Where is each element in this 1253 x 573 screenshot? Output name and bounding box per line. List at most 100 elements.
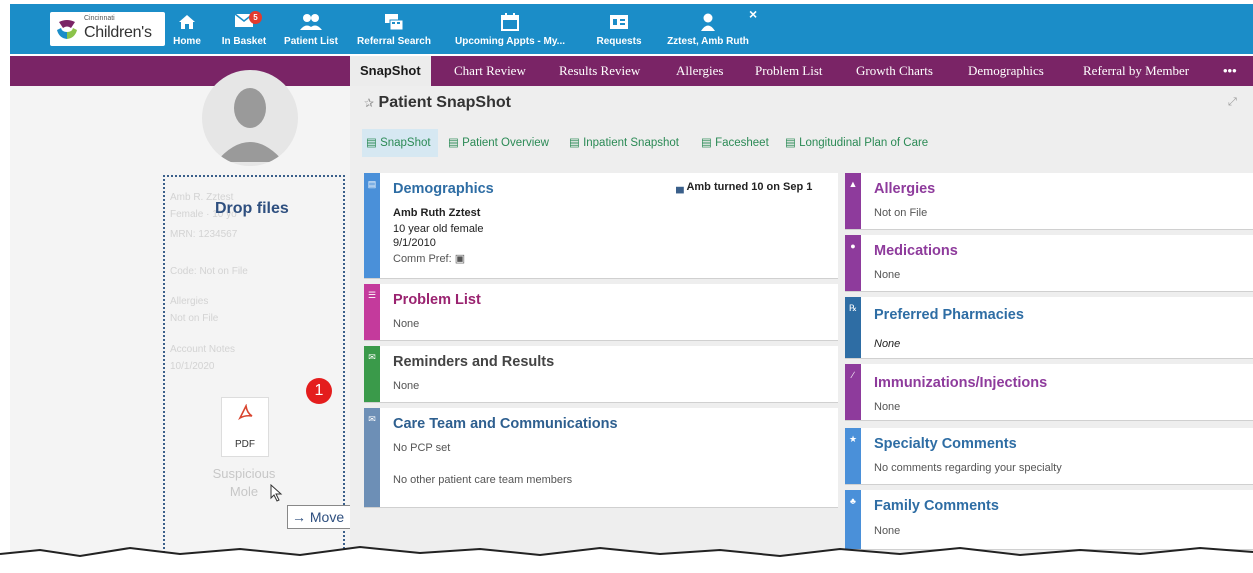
close-patient-tab-icon[interactable]: × [749,6,757,22]
nav-in-basket[interactable]: 5 In Basket [220,10,268,52]
card-text: Not on File [874,207,928,219]
nav-referral-search[interactable]: Referral Search [355,10,433,52]
care-team-icon: ✉ [368,414,376,424]
logo-small-text: Cincinnati [84,15,115,22]
nav-home-label: Home [173,36,201,47]
comm-pref-label: Comm Pref: [393,253,452,265]
preferred-pharmacies-card[interactable]: ℞ Preferred Pharmacies None [845,297,1253,359]
tab-results-review[interactable]: Results Review [549,56,650,86]
nav-home[interactable]: Home [172,10,202,52]
card-title: Reminders and Results [393,354,555,370]
card-text: None [393,318,420,330]
patient-avatar [202,70,298,166]
comm-pref-icon[interactable]: ▣ [452,253,465,265]
calendar-icon [501,13,519,31]
doc-icon: ▤ [366,137,381,149]
tab-demographics[interactable]: Demographics [958,56,1054,86]
subtab-patient-overview[interactable]: ▤ Patient Overview [444,129,553,157]
card-title: Specialty Comments [874,436,1017,452]
birthday-notice: ▄ Amb turned 10 on Sep 1 [676,181,812,193]
tab-chart-review[interactable]: Chart Review [444,56,536,86]
ghost-text: Not on File [170,313,219,324]
subtab-inpatient-snapshot-label: Inpatient Snapshot [583,137,679,149]
top-navigation-bar: Cincinnati Children's Home 5 In Basket P… [10,4,1253,54]
card-stripe: ☰ [364,284,380,340]
comm-pref: Comm Pref: ▣ [393,252,465,265]
card-text: None [393,380,420,392]
care-team-card[interactable]: ✉ Care Team and Communications No PCP se… [364,408,838,508]
family-icon: ♣ [850,496,856,506]
medications-card[interactable]: ● Medications None [845,235,1253,292]
doc-icon: ▤ [785,137,800,149]
nav-in-basket-label: In Basket [221,36,267,47]
card-title: Demographics [393,181,494,197]
cincinnati-childrens-logo[interactable]: Cincinnati Children's [50,12,165,46]
card-stripe: ★ [845,428,861,484]
referral-icon [385,14,404,31]
subtab-facesheet[interactable]: ▤ Facesheet [697,129,773,157]
card-text: None [874,269,901,281]
tab-snapshot[interactable]: SnapShot [350,56,431,86]
patient-age-sex: 10 year old female [393,223,484,235]
birthday-text: Amb turned 10 on Sep 1 [686,181,813,193]
subtab-longitudinal-plan[interactable]: ▤ Longitudinal Plan of Care [781,129,932,157]
drop-files-label: Drop files [215,200,289,217]
card-stripe: ∕ [845,364,861,420]
specialty-comments-card[interactable]: ★ Specialty Comments No comments regardi… [845,428,1253,485]
logo-mark-icon [57,20,77,39]
immunizations-card[interactable]: ∕ Immunizations/Injections None [845,364,1253,421]
person-silhouette-icon [216,88,284,162]
pdf-label: PDF [235,439,255,450]
torn-edge-decoration [0,545,1253,573]
expand-icon[interactable]: ⤢ [1228,96,1237,109]
cake-icon: ▄ [676,181,687,193]
pin-icon[interactable]: ✰ [364,96,374,110]
ghost-text: Code: Not on File [170,266,248,277]
tab-growth-charts[interactable]: Growth Charts [846,56,943,86]
card-stripe: ● [845,235,861,291]
reminders-results-card[interactable]: ✉ Reminders and Results None [364,346,838,403]
card-title: Family Comments [874,498,999,514]
ghost-text: MRN: 1234567 [170,229,238,240]
subtab-longitudinal-plan-label: Longitudinal Plan of Care [799,137,929,149]
nav-requests[interactable]: Requests [594,10,644,52]
person-icon [701,13,715,31]
subtab-snapshot[interactable]: ▤ SnapShot [362,129,438,157]
demographics-card[interactable]: ▤ Demographics ▄ Amb turned 10 on Sep 1 … [364,173,838,279]
card-title: Problem List [393,292,481,308]
tab-problem-list[interactable]: Problem List [745,56,833,86]
nav-requests-label: Requests [596,36,642,47]
card-stripe: ✉ [364,346,380,402]
subtab-patient-overview-label: Patient Overview [462,137,549,149]
card-title: Allergies [874,181,936,197]
page-title-text: Patient SnapShot [378,94,511,111]
requests-icon [610,15,628,29]
card-title: Immunizations/Injections [874,375,1048,391]
nav-upcoming-appts[interactable]: Upcoming Appts - My... [450,10,570,52]
allergies-card[interactable]: ▲ Allergies Not on File [845,173,1253,230]
tab-allergies[interactable]: Allergies [666,56,733,86]
nav-patient-list[interactable]: Patient List [282,10,340,52]
tab-referral-by-member[interactable]: Referral by Member [1073,56,1199,86]
more-tabs-button[interactable]: ••• [1213,56,1247,86]
pdf-file-item[interactable]: PDF [221,397,269,457]
card-text: None [874,338,901,350]
subtab-inpatient-snapshot[interactable]: ▤ Inpatient Snapshot [565,129,683,157]
card-stripe: ▤ [364,173,380,278]
pdf-icon [238,404,253,421]
ghost-text: Allergies [170,296,209,307]
subtab-snapshot-label: SnapShot [380,137,431,149]
problem-list-card[interactable]: ☰ Problem List None [364,284,838,341]
syringe-icon: ∕ [852,370,854,380]
card-stripe: ▲ [845,173,861,229]
home-icon [179,15,195,29]
patient-dob: 9/1/2010 [393,237,436,249]
subtab-facesheet-label: Facesheet [715,137,769,149]
reminder-icon: ✉ [368,352,376,362]
nav-upcoming-appts-label: Upcoming Appts - My... [455,36,565,47]
card-text: None [874,401,901,413]
activity-tab-bar: SnapShot Chart Review Results Review All… [10,56,1253,86]
nav-patient-tab[interactable]: Zztest, Amb Ruth × [658,6,758,52]
ghost-text: 10/1/2020 [170,361,215,372]
page-title: ✰ Patient SnapShot [364,94,511,112]
